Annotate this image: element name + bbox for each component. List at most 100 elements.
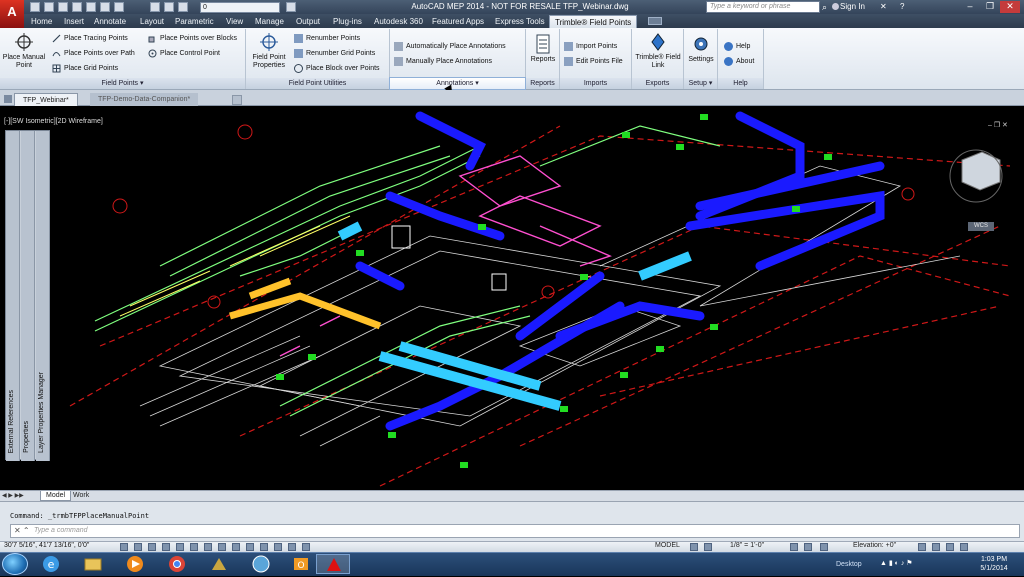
internet-explorer-icon[interactable]: e	[34, 554, 68, 574]
command-close-icon[interactable]: ✕ ⌃	[14, 526, 30, 535]
doc-tab-tfp-webinar[interactable]: TFP_Webinar*	[14, 93, 78, 106]
save-as-icon[interactable]	[72, 2, 82, 12]
palette-layer-properties-manager[interactable]: Layer Properties Manager	[36, 131, 50, 461]
elevation-readout[interactable]: Elevation: +0"	[853, 542, 896, 549]
dynamic-input-icon[interactable]	[246, 543, 254, 551]
undo-icon[interactable]	[100, 2, 110, 12]
dynamic-ucs-icon[interactable]	[232, 543, 240, 551]
grid-display-icon[interactable]	[148, 543, 156, 551]
place-tracing-points-button[interactable]: Place Tracing Points	[52, 34, 128, 43]
new-tab-icon[interactable]	[232, 95, 242, 105]
tab-autodesk-360[interactable]: Autodesk 360	[369, 15, 428, 28]
doc-tab-tfp-demo[interactable]: TFP-Demo-Data-Companion*	[90, 93, 199, 106]
drawing-viewport[interactable]	[0, 106, 1024, 490]
wcs-menu[interactable]: WCS	[968, 222, 994, 231]
place-points-over-path-button[interactable]: Place Points over Path	[52, 49, 135, 58]
application-menu-button[interactable]: A	[0, 0, 24, 28]
taskbar-clock[interactable]: 1:03 PM 5/1/2014	[968, 555, 1020, 573]
renumber-grid-points-button[interactable]: Renumber Grid Points	[294, 49, 375, 58]
globe-icon[interactable]	[244, 554, 278, 574]
tab-view[interactable]: View	[221, 15, 248, 28]
infer-constraints-icon[interactable]	[120, 543, 128, 551]
layout-tab-model[interactable]: Model	[40, 491, 72, 501]
manual-place-annotations-button[interactable]: Manually Place Annotations	[394, 57, 492, 66]
model-space-toggle[interactable]: MODEL	[655, 542, 680, 549]
layer-state-icon[interactable]	[286, 2, 296, 12]
ribbon-toggle-icon[interactable]	[648, 17, 662, 25]
tab-plug-ins[interactable]: Plug-ins	[328, 15, 367, 28]
panel-label[interactable]: Annotations ▾	[389, 77, 526, 90]
tab-layout[interactable]: Layout	[135, 15, 169, 28]
tray-icons[interactable]: ▲ ▮ ◐ ♪ ⚑	[880, 559, 913, 567]
minimize-button[interactable]: –	[960, 1, 980, 13]
sign-in-link[interactable]: Sign In	[840, 2, 865, 11]
sun-icon[interactable]	[164, 2, 174, 12]
selection-cycling-icon[interactable]	[302, 543, 310, 551]
outlook-icon[interactable]: O	[284, 554, 318, 574]
tab-home[interactable]: Home	[26, 15, 57, 28]
customization-icon[interactable]	[960, 543, 968, 551]
tab-output[interactable]: Output	[291, 15, 325, 28]
redo-icon[interactable]	[114, 2, 124, 12]
auto-place-annotations-button[interactable]: Automatically Place Annotations	[394, 42, 506, 51]
binoculars-icon[interactable]: ⌕	[822, 2, 827, 13]
help-button[interactable]: Help	[724, 42, 750, 51]
viewport-window-controls[interactable]: – ❐ ✕	[988, 121, 1008, 129]
place-grid-points-button[interactable]: Place Grid Points	[52, 64, 118, 73]
chrome-icon[interactable]	[160, 554, 194, 574]
layout-nav-arrows[interactable]: ◀ ▶ ▶▶	[2, 492, 24, 499]
tab-manage[interactable]: Manage	[250, 15, 289, 28]
layer-dropdown[interactable]: 0	[200, 2, 280, 13]
tab-featured-apps[interactable]: Featured Apps	[427, 15, 489, 28]
layout-tab-work[interactable]: Work	[68, 491, 94, 501]
palette-properties[interactable]: Properties	[21, 131, 35, 461]
workspace-switching-icon[interactable]	[820, 543, 828, 551]
polar-tracking-icon[interactable]	[176, 543, 184, 551]
3d-osnap-icon[interactable]	[204, 543, 212, 551]
search-input[interactable]: Type a keyword or phrase	[706, 1, 820, 13]
tab-insert[interactable]: Insert	[59, 15, 89, 28]
lock-icon[interactable]	[178, 2, 188, 12]
new-icon[interactable]	[30, 2, 40, 12]
file-explorer-icon[interactable]	[76, 554, 110, 574]
hardware-acceleration-icon[interactable]	[932, 543, 940, 551]
quick-properties-icon[interactable]	[288, 543, 296, 551]
panel-label[interactable]: Setup ▾	[684, 78, 717, 89]
annotation-visibility-icon[interactable]	[790, 543, 798, 551]
place-points-over-blocks-button[interactable]: Place Points over Blocks	[148, 34, 237, 43]
palette-external-references[interactable]: External References	[6, 131, 20, 461]
tab-annotate[interactable]: Annotate	[89, 15, 131, 28]
close-button[interactable]: ✕	[1000, 1, 1020, 13]
quick-view-drawings-icon[interactable]	[704, 543, 712, 551]
tab-trimble-field-points[interactable]: Trimble® Field Points	[549, 15, 638, 28]
edit-points-file-button[interactable]: Edit Points File	[564, 57, 623, 66]
object-snap-icon[interactable]	[190, 543, 198, 551]
save-icon[interactable]	[58, 2, 68, 12]
lineweight-icon[interactable]	[260, 543, 268, 551]
transparency-icon[interactable]	[274, 543, 282, 551]
renumber-points-button[interactable]: Renumber Points	[294, 34, 360, 43]
panel-label[interactable]: Field Points ▾	[0, 78, 245, 89]
auto-scale-icon[interactable]	[804, 543, 812, 551]
start-button[interactable]	[2, 553, 28, 575]
about-button[interactable]: About	[724, 57, 754, 66]
snap-mode-icon[interactable]	[134, 543, 142, 551]
exchange-icon[interactable]: ✕	[880, 2, 887, 11]
help-menu-icon[interactable]: ?	[900, 2, 904, 11]
desktop-toolbar-label[interactable]: Desktop	[836, 561, 862, 568]
coordinates-readout[interactable]: 30'7 5/16", 41'7 13/16", 0'0"	[4, 542, 89, 549]
viewport-controls-label[interactable]: [-][SW Isometric][2D Wireframe]	[4, 118, 103, 125]
place-block-over-points-button[interactable]: Place Block over Points	[294, 64, 380, 73]
tab-parametric[interactable]: Parametric	[170, 15, 219, 28]
autocad-taskbar-icon[interactable]	[316, 554, 350, 574]
quick-view-layouts-icon[interactable]	[690, 543, 698, 551]
media-player-icon[interactable]	[118, 554, 152, 574]
tab-menu-icon[interactable]	[4, 95, 12, 103]
reports-button[interactable]: Reports	[527, 34, 559, 64]
user-icon[interactable]	[832, 3, 839, 10]
trimble-field-link-button[interactable]: Trimble® Field Link	[634, 32, 682, 70]
field-point-properties-button[interactable]: Field Point Properties	[248, 32, 290, 70]
isolate-objects-icon[interactable]	[918, 543, 926, 551]
place-manual-point-button[interactable]: Place Manual Point	[2, 32, 46, 70]
import-points-button[interactable]: Import Points	[564, 42, 617, 51]
